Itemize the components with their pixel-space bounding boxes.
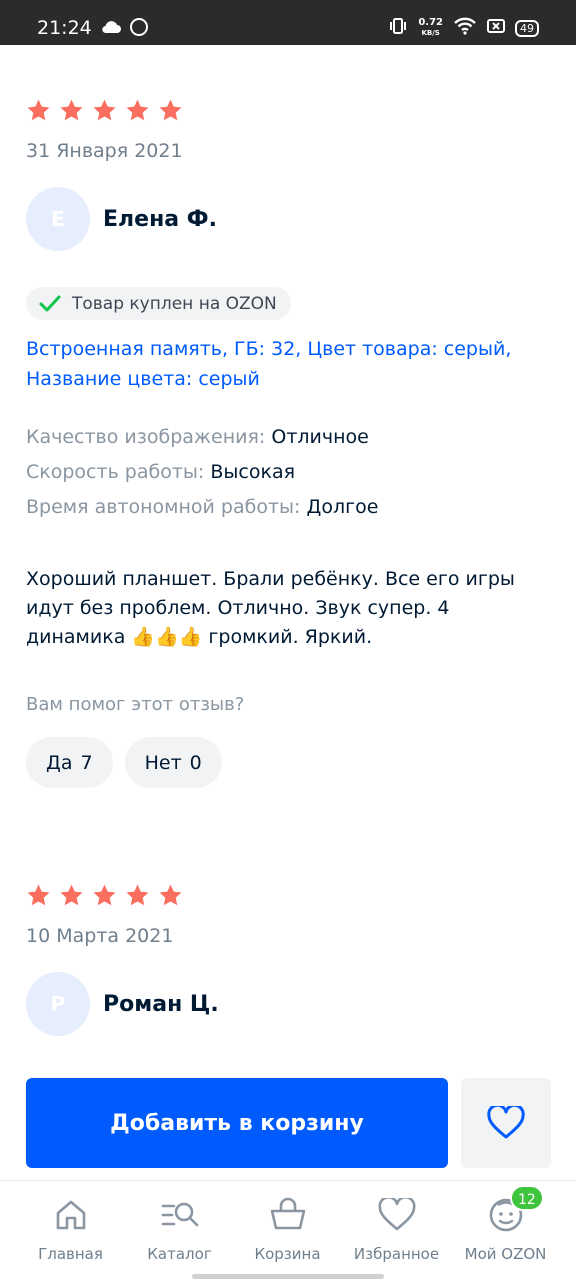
- param-value: Высокая: [210, 461, 296, 483]
- notification-badge: 12: [510, 1185, 544, 1211]
- param-key: Время автономной работы:: [26, 496, 301, 518]
- tab-catalog[interactable]: Каталог: [122, 1195, 237, 1263]
- heart-icon: [487, 1106, 525, 1139]
- avatar: Е: [26, 187, 90, 251]
- heart-icon: [377, 1198, 416, 1231]
- vote-yes-label: Да: [46, 751, 73, 774]
- net-speed-unit: KB/S: [421, 29, 440, 37]
- vote-no-label: Нет: [144, 751, 182, 774]
- tab-label: Мой OZON: [464, 1245, 547, 1263]
- star-icon: [60, 99, 83, 121]
- cloud-icon: [101, 19, 121, 38]
- tab-home[interactable]: Главная: [13, 1195, 128, 1263]
- net-speed-value: 0.72: [418, 17, 443, 28]
- product-variant-link[interactable]: Встроенная память, ГБ: 32, Цвет товара: …: [26, 334, 550, 394]
- review-params: Качество изображения: Отличное Скорость …: [26, 420, 550, 525]
- vote-yes-button[interactable]: Да 7: [26, 737, 113, 788]
- review-author[interactable]: Р Роман Ц.: [26, 972, 550, 1036]
- param-row: Время автономной работы: Долгое: [26, 490, 550, 525]
- sticky-action-bar: Добавить в корзину: [0, 1060, 576, 1180]
- vibrate-icon: [388, 16, 408, 40]
- sim-off-icon: [487, 18, 505, 38]
- add-to-cart-button[interactable]: Добавить в корзину: [26, 1078, 448, 1168]
- home-indicator: [192, 1274, 384, 1279]
- param-key: Качество изображения:: [26, 426, 266, 448]
- star-icon: [126, 884, 149, 906]
- tab-label: Избранное: [353, 1245, 440, 1263]
- review-author[interactable]: Е Елена Ф.: [26, 187, 550, 251]
- review-date: 10 Марта 2021: [26, 925, 174, 947]
- review-card: 31 Января 2021 Е Елена Ф. Товар куплен н…: [26, 98, 550, 788]
- bottom-tab-bar: Главная Каталог Корзина Избранное 12 Мой…: [0, 1180, 576, 1280]
- status-bar: 21:24 0.72 KB/S 49: [0, 0, 576, 45]
- vote-no-count: 0: [189, 751, 202, 774]
- rating-stars: [26, 883, 550, 908]
- review-card: 10 Марта 2021 Р Роман Ц.: [26, 883, 550, 1036]
- helpful-question: Вам помог этот отзыв?: [26, 694, 245, 715]
- vote-no-button[interactable]: Нет 0: [124, 737, 222, 788]
- star-icon: [93, 884, 116, 906]
- check-icon: [39, 295, 61, 311]
- net-speed: 0.72 KB/S: [418, 18, 443, 38]
- review-date: 31 Января 2021: [26, 140, 183, 162]
- status-indicators: 0.72 KB/S 49: [388, 16, 539, 40]
- cart-icon: [270, 1197, 305, 1230]
- catalog-icon: [161, 1202, 198, 1227]
- sync-icon: [130, 18, 148, 36]
- author-name: Елена Ф.: [103, 206, 217, 232]
- star-icon: [126, 99, 149, 121]
- param-row: Скорость работы: Высокая: [26, 455, 550, 490]
- home-icon: [56, 1200, 85, 1230]
- param-value: Отличное: [271, 426, 369, 448]
- status-time: 21:24: [37, 17, 92, 39]
- review-text: Хороший планшет. Брали ребёнку. Все его …: [26, 568, 515, 648]
- star-icon: [159, 884, 182, 906]
- star-icon: [159, 99, 182, 121]
- rating-stars: [26, 98, 550, 123]
- author-name: Роман Ц.: [103, 991, 219, 1017]
- vote-buttons: Да 7 Нет 0: [26, 737, 550, 788]
- param-value: Долгое: [306, 496, 379, 518]
- tab-label: Главная: [38, 1245, 103, 1263]
- tab-label: Каталог: [147, 1245, 212, 1263]
- favorite-button[interactable]: [461, 1078, 551, 1168]
- param-row: Качество изображения: Отличное: [26, 420, 550, 455]
- vote-yes-count: 7: [80, 751, 93, 774]
- wifi-icon: [453, 17, 477, 39]
- tab-label: Корзина: [254, 1245, 321, 1263]
- tab-my-ozon[interactable]: 12 Мой OZON: [448, 1185, 563, 1263]
- battery-level: 49: [515, 19, 539, 37]
- star-icon: [27, 99, 50, 121]
- purchased-badge: Товар куплен на OZON: [26, 287, 291, 320]
- star-icon: [60, 884, 83, 906]
- tab-cart[interactable]: Корзина: [230, 1195, 345, 1263]
- param-key: Скорость работы:: [26, 461, 205, 483]
- star-icon: [27, 884, 50, 906]
- avatar: Р: [26, 972, 90, 1036]
- badge-label: Товар куплен на OZON: [72, 293, 277, 314]
- star-icon: [93, 99, 116, 121]
- tab-favorites[interactable]: Избранное: [339, 1195, 454, 1263]
